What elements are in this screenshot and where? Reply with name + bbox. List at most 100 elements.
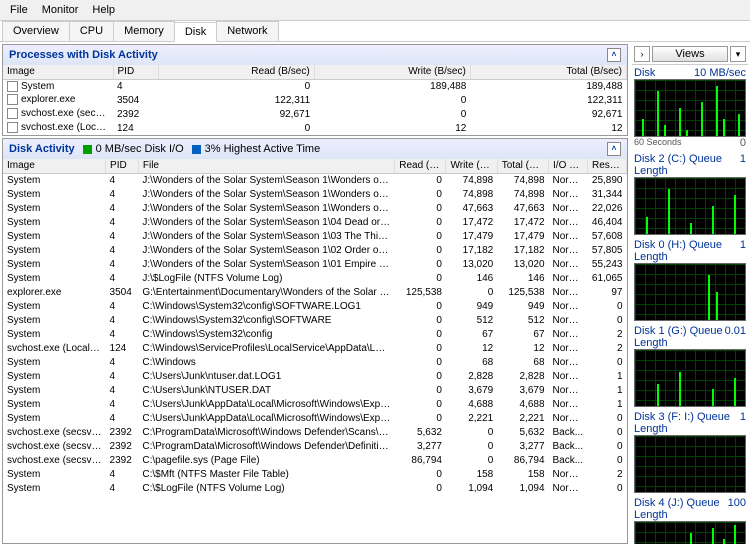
table-row[interactable]: svchost.exe (secsvcs)2392C:\ProgramData\… — [3, 439, 627, 453]
tabbar: Overview CPU Memory Disk Network — [0, 21, 750, 42]
main-area: Processes with Disk Activity ˄ Image PID… — [0, 42, 750, 546]
mini-chart — [634, 177, 746, 235]
mini-graph: Disk 4 (J:) Queue Length100 — [634, 497, 746, 544]
mini-graph: Disk 10 MB/sec 60 Seconds0 — [634, 67, 746, 149]
mini-value: 1 — [740, 239, 746, 263]
table-row[interactable]: svchost.exe (LocalServiceNet...12401212 — [3, 121, 627, 135]
tab-network[interactable]: Network — [216, 21, 278, 41]
views-button[interactable]: Views — [652, 46, 728, 62]
disk-activity-panel: Disk Activity 0 MB/sec Disk I/O 3% Highe… — [2, 138, 628, 544]
table-row[interactable]: System4J:\Wonders of the Solar System\Se… — [3, 229, 627, 243]
mini-chart — [634, 79, 746, 137]
mini-chart — [634, 349, 746, 407]
nav-collapse-icon[interactable]: › — [634, 46, 650, 62]
mini-graph: Disk 3 (F: I:) Queue Length1 — [634, 411, 746, 493]
col-pid[interactable]: PID — [113, 65, 158, 79]
table-row[interactable]: System40189,488189,488 — [3, 79, 627, 93]
menu-help[interactable]: Help — [86, 2, 121, 18]
mini-value: 10 MB/sec — [694, 67, 746, 79]
col-file[interactable]: File — [138, 159, 394, 173]
col-pid[interactable]: PID — [106, 159, 139, 173]
mini-title: Disk 4 (J:) Queue Length — [634, 497, 728, 521]
table-row[interactable]: System4C:\$LogFile (NTFS Volume Log)01,0… — [3, 481, 627, 495]
table-row[interactable]: explorer.exe3504G:\Entertainment\Documen… — [3, 285, 627, 299]
col-write[interactable]: Write (B/sec) — [314, 65, 470, 79]
table-row[interactable]: System4C:\Users\Junk\ntuser.dat.LOG102,8… — [3, 369, 627, 383]
checkbox[interactable] — [7, 122, 18, 133]
mini-title: Disk 2 (C:) Queue Length — [634, 153, 740, 177]
mini-graphs-container[interactable]: Disk 10 MB/sec 60 Seconds0 Disk 2 (C:) Que… — [632, 65, 748, 544]
col-total[interactable]: Total (B/sec) — [497, 159, 548, 173]
tab-disk[interactable]: Disk — [174, 22, 217, 42]
col-total[interactable]: Total (B/sec) — [470, 65, 626, 79]
table-row[interactable]: System4C:\$Mft (NTFS Master File Table)0… — [3, 467, 627, 481]
mini-value: 1 — [740, 411, 746, 435]
processes-panel-header[interactable]: Processes with Disk Activity ˄ — [3, 45, 627, 65]
table-row[interactable]: System4J:\Wonders of the Solar System\Se… — [3, 257, 627, 271]
left-column: Processes with Disk Activity ˄ Image PID… — [2, 44, 628, 544]
mini-foot: 60 Seconds0 — [634, 137, 746, 149]
col-iopri[interactable]: I/O Pr... — [549, 159, 588, 173]
green-indicator-icon — [83, 145, 92, 154]
menubar: File Monitor Help — [0, 0, 750, 21]
collapse-icon[interactable]: ˄ — [607, 142, 621, 156]
menu-file[interactable]: File — [4, 2, 34, 18]
table-row[interactable]: System4C:\Users\Junk\AppData\Local\Micro… — [3, 397, 627, 411]
table-row[interactable]: System4C:\Users\Junk\NTUSER.DAT03,6793,6… — [3, 383, 627, 397]
active-time-status: 3% Highest Active Time — [192, 143, 321, 155]
table-row[interactable]: System4C:\Users\Junk\AppData\Local\Micro… — [3, 411, 627, 425]
table-row[interactable]: System4J:\Wonders of the Solar System\Se… — [3, 201, 627, 215]
right-sidebar: › Views ▾ Disk10 MB/sec 60 Seconds0Disk … — [632, 44, 748, 544]
col-resp[interactable]: Resp... — [587, 159, 626, 173]
disk-activity-title: Disk Activity — [9, 143, 75, 155]
col-read[interactable]: Read (B/sec) — [158, 65, 314, 79]
io-status: 0 MB/sec Disk I/O — [83, 143, 184, 155]
table-row[interactable]: System4J:\Wonders of the Solar System\Se… — [3, 187, 627, 201]
checkbox[interactable] — [7, 94, 18, 105]
mini-chart — [634, 435, 746, 493]
tab-overview[interactable]: Overview — [2, 21, 70, 41]
table-row[interactable]: System4J:\Wonders of the Solar System\Se… — [3, 215, 627, 229]
checkbox[interactable] — [7, 81, 18, 92]
processes-panel-title: Processes with Disk Activity — [9, 49, 158, 61]
mini-title: Disk 0 (H:) Queue Length — [634, 239, 740, 263]
mini-chart — [634, 263, 746, 321]
disk-activity-grid[interactable]: Image PID File Read (B/sec) Write (B/sec… — [3, 159, 627, 543]
collapse-icon[interactable]: ˄ — [607, 48, 621, 62]
table-row[interactable]: System4C:\Windows\System32\config06767No… — [3, 327, 627, 341]
table-row[interactable]: explorer.exe3504122,3110122,311 — [3, 93, 627, 107]
col-read[interactable]: Read (B/sec) — [395, 159, 446, 173]
mini-graph: Disk 1 (G:) Queue Length0.01 — [634, 325, 746, 407]
processes-grid[interactable]: Image PID Read (B/sec) Write (B/sec) Tot… — [3, 65, 627, 135]
table-row[interactable]: System4C:\Windows06868Normal0 — [3, 355, 627, 369]
tab-memory[interactable]: Memory — [113, 21, 175, 41]
menu-monitor[interactable]: Monitor — [36, 2, 85, 18]
col-write[interactable]: Write (B/sec) — [446, 159, 497, 173]
table-row[interactable]: svchost.exe (secsvcs)239292,671092,671 — [3, 107, 627, 121]
table-row[interactable]: System4J:\Wonders of the Solar System\Se… — [3, 243, 627, 257]
views-dropdown-icon[interactable]: ▾ — [730, 46, 746, 62]
table-row[interactable]: System4J:\Wonders of the Solar System\Se… — [3, 173, 627, 187]
checkbox[interactable] — [7, 108, 18, 119]
mini-graph: Disk 0 (H:) Queue Length1 — [634, 239, 746, 321]
blue-indicator-icon — [192, 145, 201, 154]
table-row[interactable]: System4J:\$LogFile (NTFS Volume Log)0146… — [3, 271, 627, 285]
table-row[interactable]: svchost.exe (LocalServiceNet...124C:\Win… — [3, 341, 627, 355]
processes-panel: Processes with Disk Activity ˄ Image PID… — [2, 44, 628, 136]
table-row[interactable]: System4C:\Windows\System32\config\SOFTWA… — [3, 313, 627, 327]
mini-value: 1 — [740, 153, 746, 177]
mini-value: 0.01 — [725, 325, 746, 349]
right-toolbar: › Views ▾ — [632, 44, 748, 65]
table-row[interactable]: System4C:\Windows\System32\config\SOFTWA… — [3, 299, 627, 313]
disk-activity-header[interactable]: Disk Activity 0 MB/sec Disk I/O 3% Highe… — [3, 139, 627, 159]
mini-graph: Disk 2 (C:) Queue Length1 — [634, 153, 746, 235]
mini-title: Disk 1 (G:) Queue Length — [634, 325, 725, 349]
table-row[interactable]: svchost.exe (secsvcs)2392C:\ProgramData\… — [3, 425, 627, 439]
mini-value: 100 — [728, 497, 746, 521]
mini-title: Disk — [634, 67, 655, 79]
tab-cpu[interactable]: CPU — [69, 21, 114, 41]
col-image[interactable]: Image — [3, 159, 106, 173]
table-row[interactable]: svchost.exe (secsvcs)2392C:\pagefile.sys… — [3, 453, 627, 467]
col-image[interactable]: Image — [3, 65, 113, 79]
mini-chart — [634, 521, 746, 544]
